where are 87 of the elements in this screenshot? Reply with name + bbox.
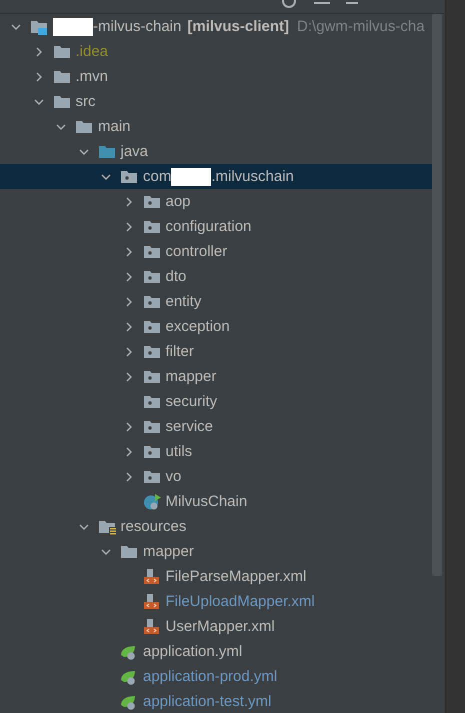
- tree-row[interactable]: application-test.yml: [0, 689, 432, 713]
- tree-row[interactable]: mapper: [0, 364, 432, 389]
- folder-icon: [52, 44, 70, 60]
- tree-row[interactable]: UserMapper.xml: [0, 614, 432, 639]
- folder-icon: [120, 544, 138, 560]
- tree-item-label: com .milvuschain: [143, 168, 294, 186]
- tree-item-label: java: [120, 143, 148, 160]
- tree-item-label: .mvn: [76, 68, 108, 85]
- tree-item-label: resources: [120, 518, 186, 535]
- leaf-file-icon: [120, 694, 138, 710]
- tree-item-label: configuration: [166, 218, 252, 235]
- tree-item-label: mapper: [143, 543, 194, 560]
- xml-file-icon: [142, 618, 160, 634]
- package-icon: [142, 468, 160, 484]
- tree-row[interactable]: service: [0, 414, 432, 439]
- tree-row[interactable]: application-prod.yml: [0, 664, 432, 689]
- tree-row[interactable]: .idea: [0, 39, 432, 64]
- package-icon: [142, 344, 160, 360]
- tree-row[interactable]: dto: [0, 264, 432, 289]
- tree-item-label: .idea: [76, 43, 108, 60]
- tree-row[interactable]: resources: [0, 514, 432, 539]
- tree-row[interactable]: FileParseMapper.xml: [0, 564, 432, 589]
- tree-row[interactable]: exception: [0, 314, 432, 339]
- tree-row[interactable]: entity: [0, 289, 432, 314]
- tree-row[interactable]: configuration: [0, 214, 432, 239]
- package-icon: [142, 318, 160, 334]
- folder-icon: [75, 118, 93, 134]
- folder-icon: [98, 144, 116, 160]
- tree-row[interactable]: vo: [0, 464, 432, 489]
- xml-file-icon: [142, 568, 160, 584]
- tree-item-label: src: [76, 93, 96, 110]
- tree-row[interactable]: MilvusChain: [0, 489, 432, 514]
- package-icon: [142, 218, 160, 234]
- tree-row[interactable]: src: [0, 89, 432, 114]
- package-icon: [142, 368, 160, 384]
- tree-row[interactable]: security: [0, 389, 432, 414]
- tree-item-label: filter: [166, 343, 194, 360]
- tree-item-label: vo: [166, 468, 182, 485]
- package-icon: [142, 444, 160, 460]
- folder-icon: [52, 68, 70, 84]
- package-icon: [142, 268, 160, 284]
- tree-item-label: application-prod.yml: [143, 668, 278, 685]
- tree-item-label: application-test.yml: [143, 693, 272, 710]
- tree-item-label: service: [166, 418, 214, 435]
- tree-row[interactable]: -milvus-chain [milvus-client] D:\gwm-milvus-cha: [0, 14, 432, 39]
- class-icon: [142, 494, 160, 510]
- package-icon: [142, 418, 160, 434]
- project-path: D:\gwm-milvus-cha: [297, 18, 425, 35]
- tree-item-label: -milvus-chain: [53, 18, 182, 36]
- tree-row[interactable]: aop: [0, 189, 432, 214]
- tree-item-label: security: [166, 393, 218, 410]
- tree-row[interactable]: controller: [0, 239, 432, 264]
- tree-item-label: mapper: [166, 368, 216, 385]
- tree-item-label: aop: [166, 193, 191, 210]
- tree-item-label: UserMapper.xml: [166, 618, 275, 635]
- tree-row[interactable]: application.yml: [0, 639, 432, 664]
- tree-item-label: main: [98, 118, 131, 135]
- tree-item-label: dto: [166, 268, 186, 285]
- tree-row[interactable]: FileUploadMapper.xml: [0, 589, 432, 614]
- tree-row[interactable]: .mvn: [0, 64, 432, 89]
- tree-item-label: entity: [166, 293, 202, 310]
- tree-item-label: MilvusChain: [166, 493, 248, 510]
- tree-row[interactable]: utils: [0, 439, 432, 464]
- tree-row[interactable]: com .milvuschain: [0, 164, 432, 189]
- tree-item-label: FileUploadMapper.xml: [166, 593, 315, 610]
- leaf-file-icon: [120, 644, 138, 660]
- tree-row[interactable]: filter: [0, 339, 432, 364]
- tree-item-label: utils: [166, 443, 192, 460]
- tree-row[interactable]: main: [0, 114, 432, 139]
- module-name: [milvus-client]: [187, 18, 290, 35]
- tree-row[interactable]: java: [0, 139, 432, 164]
- package-icon: [120, 168, 138, 184]
- module-folder-icon: [30, 18, 48, 34]
- resources-folder-icon: [98, 518, 116, 534]
- leaf-file-icon: [120, 668, 138, 684]
- tree-item-label: controller: [166, 243, 228, 260]
- tree-item-label: FileParseMapper.xml: [166, 568, 306, 585]
- scrollbar[interactable]: [432, 14, 442, 576]
- package-icon: [142, 394, 160, 410]
- package-icon: [142, 244, 160, 260]
- folder-icon: [52, 94, 70, 110]
- xml-file-icon: [142, 594, 160, 610]
- tree-item-label: exception: [166, 318, 230, 335]
- tree-item-label: application.yml: [143, 643, 242, 660]
- package-icon: [142, 194, 160, 210]
- package-icon: [142, 294, 160, 310]
- tree-row[interactable]: mapper: [0, 539, 432, 564]
